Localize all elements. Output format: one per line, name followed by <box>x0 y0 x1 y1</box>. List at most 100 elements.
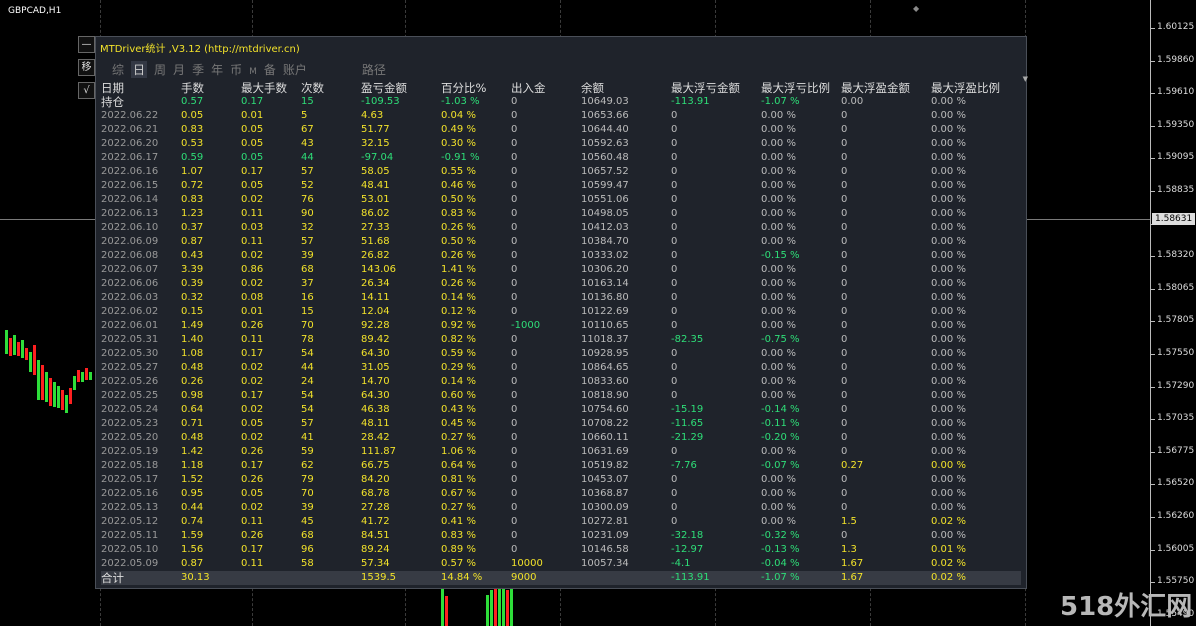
cell-balance: 11018.37 <box>581 334 629 345</box>
cell-pct: 0.55 % <box>441 166 476 177</box>
table-row[interactable]: 2022.05.23 0.71 0.05 57 48.11 0.45 % 0 10708.22… <box>101 417 1021 431</box>
column-header[interactable]: 日期 <box>101 81 181 95</box>
cell-date: 2022.06.10 <box>101 222 159 233</box>
cell-max-loss-pct: -1.07 % <box>761 96 800 107</box>
cell-max-loss: -32.18 <box>671 530 704 541</box>
column-header[interactable]: 盈亏金额 <box>361 81 441 95</box>
table-row[interactable]: 2022.06.02 0.15 0.01 15 12.04 0.12 % 0 10122.69… <box>101 305 1021 319</box>
cell-lots: 30.13 <box>181 571 241 585</box>
cell-date: 2022.06.09 <box>101 236 159 247</box>
tab-10[interactable]: 路径 <box>362 61 386 78</box>
cell-pct: 0.14 % <box>441 376 476 387</box>
tick-mark <box>1151 582 1155 584</box>
column-header[interactable]: 最大浮亏比例 <box>761 81 841 95</box>
cell-max-loss: 0 <box>671 362 678 373</box>
table-row[interactable]: 2022.05.25 0.98 0.17 54 64.30 0.60 % 0 10818.90… <box>101 389 1021 403</box>
table-row[interactable]: 2022.06.16 1.07 0.17 57 58.05 0.55 % 0 10657.52… <box>101 165 1021 179</box>
cell-date: 2022.05.19 <box>101 446 159 457</box>
cell-max-gain: 0 <box>841 418 848 429</box>
column-header[interactable]: 次数 <box>301 81 361 95</box>
table-row[interactable]: 2022.06.07 3.39 0.86 68 143.06 1.41 % 0 10306.2… <box>101 263 1021 277</box>
table-row[interactable]: 2022.06.08 0.43 0.02 39 26.82 0.26 % 0 10333.02… <box>101 249 1021 263</box>
table-row[interactable]: 2022.06.13 1.23 0.11 90 86.02 0.83 % 0 10498.05… <box>101 207 1021 221</box>
table-row[interactable]: 2022.05.30 1.08 0.17 54 64.30 0.59 % 0 10928.95… <box>101 347 1021 361</box>
cell-pct: -1.03 % <box>441 96 480 107</box>
holding-row[interactable]: 持仓 0.57 0.17 15 -109.53 -1.03 % 0 10649.03 -113.… <box>101 95 1021 109</box>
table-row[interactable]: 2022.06.21 0.83 0.05 67 51.77 0.49 % 0 10644.40… <box>101 123 1021 137</box>
cell-max-loss: -113.91 <box>671 571 761 585</box>
table-row[interactable]: 2022.06.10 0.37 0.03 32 27.33 0.26 % 0 10412.03… <box>101 221 1021 235</box>
table-row[interactable]: 2022.05.19 1.42 0.26 59 111.87 1.06 % 0 10631.6… <box>101 445 1021 459</box>
cell-pct: 0.41 % <box>441 516 476 527</box>
tick-mark <box>1151 288 1155 290</box>
cell-deposit: 0 <box>511 124 518 135</box>
table-row[interactable]: 2022.05.31 1.40 0.11 78 89.42 0.82 % 0 11018.37… <box>101 333 1021 347</box>
cell-balance: 10657.52 <box>581 166 629 177</box>
table-row[interactable]: 2022.06.22 0.05 0.01 5 4.63 0.04 % 0 10653.66 0 0… <box>101 109 1021 123</box>
table-row[interactable]: 2022.05.20 0.48 0.02 41 28.42 0.27 % 0 10660.11… <box>101 431 1021 445</box>
tab-3[interactable]: 月 <box>173 61 185 78</box>
cell-balance: 10136.80 <box>581 292 629 303</box>
tab-2[interactable]: 周 <box>154 61 166 78</box>
table-row[interactable]: 2022.06.03 0.32 0.08 16 14.11 0.14 % 0 10136.80… <box>101 291 1021 305</box>
price-tick-label: 1.60125 <box>1157 22 1195 32</box>
table-row[interactable]: 2022.06.14 0.83 0.02 76 53.01 0.50 % 0 10551.06… <box>101 193 1021 207</box>
scroll-down-icon[interactable]: ▼ <box>1023 75 1028 83</box>
tab-1[interactable]: 日 <box>131 61 148 78</box>
period-tabs: 综日周月季年币 M 备账户 路径 <box>112 61 393 78</box>
cell-max-gain: 0 <box>841 390 848 401</box>
table-row[interactable]: 2022.05.16 0.95 0.05 70 68.78 0.67 % 0 10368.87… <box>101 487 1021 501</box>
table-row[interactable]: 2022.05.11 1.59 0.26 68 84.51 0.83 % 0 10231.09… <box>101 529 1021 543</box>
cell-count <box>301 571 361 585</box>
candle <box>61 390 64 410</box>
table-row[interactable]: 2022.05.18 1.18 0.17 62 66.75 0.64 % 0 10519.82… <box>101 459 1021 473</box>
table-row[interactable]: 2022.05.24 0.64 0.02 54 46.38 0.43 % 0 10754.60… <box>101 403 1021 417</box>
move-button[interactable]: 移 <box>78 59 95 76</box>
cell-date: 2022.06.16 <box>101 166 159 177</box>
minimize-button[interactable]: — <box>78 36 95 53</box>
column-header[interactable]: 最大浮盈比例 <box>931 81 1021 95</box>
cell-balance: 10412.03 <box>581 222 629 233</box>
table-row[interactable]: 2022.05.13 0.44 0.02 39 27.28 0.27 % 0 10300.09… <box>101 501 1021 515</box>
tab-4[interactable]: 季 <box>192 61 204 78</box>
tab-8[interactable]: 备 <box>264 61 276 78</box>
candle <box>502 584 505 626</box>
cell-max-gain: 0 <box>841 306 848 317</box>
column-header[interactable]: 百分比% <box>441 81 511 95</box>
tab-5[interactable]: 年 <box>211 61 223 78</box>
column-header[interactable]: 最大浮盈金额 <box>841 81 931 95</box>
table-row[interactable]: 2022.06.06 0.39 0.02 37 26.34 0.26 % 0 10163.14… <box>101 277 1021 291</box>
price-scale[interactable]: 1.60125 1.59860 1.59610 1.59350 1.59095 1.588… <box>1150 0 1196 626</box>
column-header[interactable]: 最大浮亏金额 <box>671 81 761 95</box>
check-button[interactable]: √ <box>78 82 95 99</box>
cell-max-lots: 0.01 <box>241 110 264 121</box>
cell-lots: 0.37 <box>181 222 204 233</box>
tab-7[interactable]: M <box>249 67 257 77</box>
table-row[interactable]: 2022.05.12 0.74 0.11 45 41.72 0.41 % 0 10272.81… <box>101 515 1021 529</box>
table-row[interactable]: 2022.06.17 0.59 0.05 44 -97.04 -0.91 % 0 10560.… <box>101 151 1021 165</box>
table-row[interactable]: 2022.05.09 0.87 0.11 58 57.34 0.57 % 10000 1005… <box>101 557 1021 571</box>
column-header[interactable]: 手数 <box>181 81 241 95</box>
tab-9[interactable]: 账户 <box>283 61 307 78</box>
table-row[interactable]: 2022.06.15 0.72 0.05 52 48.41 0.46 % 0 10599.47… <box>101 179 1021 193</box>
column-header[interactable]: 最大手数 <box>241 81 301 95</box>
cell-max-lots: 0.11 <box>241 208 264 219</box>
column-header[interactable]: 余额 <box>581 81 671 95</box>
cell-max-gain-pct: 0.00 % <box>931 264 966 275</box>
table-row[interactable]: 2022.05.27 0.48 0.02 44 31.05 0.29 % 0 10864.65… <box>101 361 1021 375</box>
table-row[interactable]: 2022.05.26 0.26 0.02 24 14.70 0.14 % 0 10833.60… <box>101 375 1021 389</box>
candle <box>13 335 16 355</box>
tab-6[interactable]: 币 <box>230 61 242 78</box>
column-header[interactable]: 出入金 <box>511 81 581 95</box>
candle <box>21 340 24 358</box>
table-row[interactable]: 2022.05.17 1.52 0.26 79 84.20 0.81 % 0 10453.07… <box>101 473 1021 487</box>
table-row[interactable]: 2022.05.10 1.56 0.17 96 89.24 0.89 % 0 10146.58… <box>101 543 1021 557</box>
cell-balance <box>581 571 671 585</box>
cell-max-gain: 0.00 <box>841 96 864 107</box>
cell-max-loss-pct: 0.00 % <box>761 110 796 121</box>
table-row[interactable]: 2022.06.20 0.53 0.05 43 32.15 0.30 % 0 10592.63… <box>101 137 1021 151</box>
tab-0[interactable]: 综 <box>112 61 124 78</box>
table-row[interactable]: 2022.06.09 0.87 0.11 57 51.68 0.50 % 0 10384.70… <box>101 235 1021 249</box>
total-row[interactable]: 合计 30.13 1539.5 14.84 % 9000 -113.91 -1.07 % 1.… <box>101 571 1021 585</box>
table-row[interactable]: 2022.06.01 1.49 0.26 70 92.28 0.92 % -1000 1011… <box>101 319 1021 333</box>
